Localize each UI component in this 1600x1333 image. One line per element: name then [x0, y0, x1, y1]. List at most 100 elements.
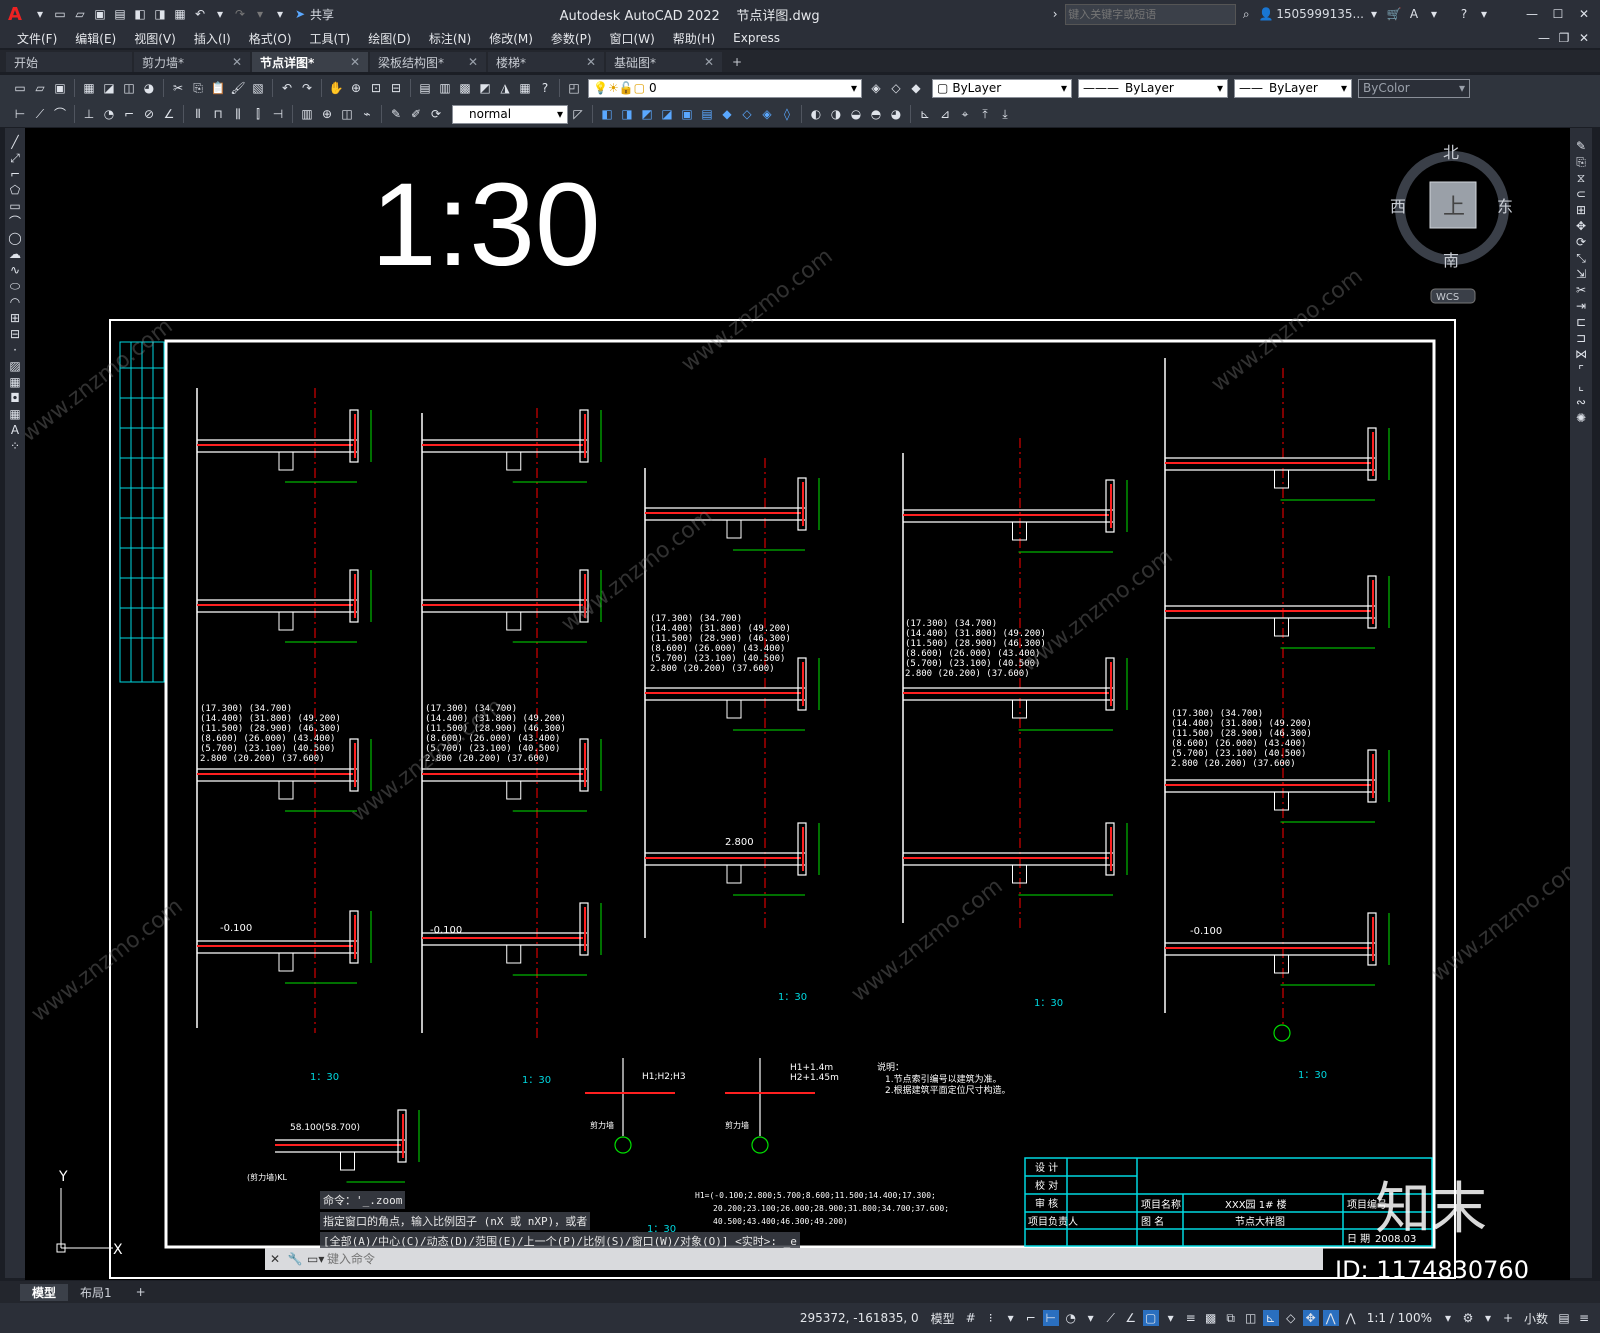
- menu-format[interactable]: 格式(O): [240, 30, 301, 47]
- model-space-canvas[interactable]: (17.300) (34.700) (14.400) (31.800) (49.…: [25, 128, 1570, 1280]
- scale-icon[interactable]: ⤡: [1573, 250, 1589, 266]
- menu-express[interactable]: Express: [724, 31, 789, 45]
- region-icon[interactable]: ◘: [7, 390, 23, 406]
- search-input[interactable]: [1065, 3, 1237, 25]
- color-dropdown[interactable]: ▢ ByLayer ▾: [932, 78, 1072, 98]
- stretch-icon[interactable]: ⇲: [1573, 266, 1589, 282]
- jogged-linear-icon[interactable]: ⌁: [359, 106, 375, 122]
- point-icon[interactable]: ·: [7, 342, 23, 358]
- undo-dropdown-icon[interactable]: ▾: [212, 6, 228, 22]
- tolerance-icon[interactable]: ▥: [299, 106, 315, 122]
- break-icon[interactable]: ⊐: [1573, 330, 1589, 346]
- infer-icon[interactable]: ⌐: [1023, 1310, 1039, 1326]
- tab-beam-slab[interactable]: 梁板结构图* ✕: [370, 52, 486, 72]
- print-icon[interactable]: ▦: [172, 6, 188, 22]
- workspace-icon[interactable]: ⚙: [1460, 1310, 1476, 1326]
- mtext-icon[interactable]: A: [7, 422, 23, 438]
- 3d-osnap-icon[interactable]: ◫: [1243, 1310, 1259, 1326]
- offset-icon[interactable]: ⊂: [1573, 186, 1589, 202]
- revision-cloud-icon[interactable]: ☁: [7, 246, 23, 262]
- dim-linear-icon[interactable]: ⊢: [12, 106, 28, 122]
- menu-view[interactable]: 视图(V): [125, 30, 185, 47]
- tab-model[interactable]: 模型: [20, 1283, 69, 1301]
- save-as-icon[interactable]: ▤: [112, 6, 128, 22]
- spline-icon[interactable]: ∿: [7, 262, 23, 278]
- dim-diameter-icon[interactable]: ⊘: [141, 106, 157, 122]
- ucs-world-icon[interactable]: ⊿: [937, 106, 953, 122]
- close-tab-icon[interactable]: ✕: [232, 55, 242, 69]
- undo-icon[interactable]: ↶: [192, 6, 208, 22]
- dim-break-icon[interactable]: ⊣: [270, 106, 286, 122]
- dim-continue-icon[interactable]: ⫼: [230, 106, 246, 122]
- circle-icon[interactable]: ◯: [7, 230, 23, 246]
- rectangle-icon[interactable]: ▭: [7, 198, 23, 214]
- units-display[interactable]: 小数: [1524, 1310, 1548, 1327]
- maximize-icon[interactable]: ☐: [1550, 6, 1566, 22]
- copy-object-icon[interactable]: ⎘: [1573, 154, 1589, 170]
- tab-node-detail[interactable]: 节点详图* ✕: [252, 52, 368, 72]
- polygon-icon[interactable]: ⬠: [7, 182, 23, 198]
- insert-block-icon[interactable]: ⊞: [7, 310, 23, 326]
- zoom-window-icon[interactable]: ⊡: [368, 80, 384, 96]
- add-selected-icon[interactable]: ⁘: [7, 438, 23, 454]
- user-dropdown-icon[interactable]: ▾: [1366, 6, 1382, 22]
- ellipse-icon[interactable]: ⬭: [7, 278, 23, 294]
- 3d-dwf-icon[interactable]: ◕: [141, 80, 157, 96]
- construction-line-icon[interactable]: ⤢: [7, 150, 23, 166]
- visual-style-conceptual-icon[interactable]: ◕: [888, 106, 904, 122]
- layer-state-icon[interactable]: ◆: [908, 80, 924, 96]
- quick-properties-icon[interactable]: ▤: [1556, 1310, 1572, 1326]
- search-icon[interactable]: ⌕: [1238, 6, 1254, 22]
- close-icon[interactable]: ✕: [1576, 6, 1592, 22]
- scale-dropdown-icon[interactable]: ▾: [1440, 1310, 1456, 1326]
- dim-jogged-icon[interactable]: ⌐: [121, 106, 137, 122]
- lineweight-dropdown[interactable]: —— ByLayer ▾: [1234, 78, 1352, 98]
- user-name[interactable]: 1505999135...: [1276, 7, 1364, 21]
- view-iso-ne-icon[interactable]: ◈: [759, 106, 775, 122]
- ellipse-arc-icon[interactable]: ◠: [7, 294, 23, 310]
- view-left-icon[interactable]: ◩: [639, 106, 655, 122]
- tab-start[interactable]: 开始: [6, 52, 132, 72]
- cut-icon[interactable]: ✂: [170, 80, 186, 96]
- selection-cycling-icon[interactable]: ⧉: [1223, 1310, 1239, 1326]
- close-tab-icon[interactable]: ✕: [350, 55, 360, 69]
- blend-icon[interactable]: ∾: [1573, 394, 1589, 410]
- app-logo[interactable]: A: [8, 4, 30, 25]
- dim-update-icon[interactable]: ⟳: [428, 106, 444, 122]
- annotation-visibility-icon[interactable]: ⋀: [1322, 1310, 1339, 1326]
- quick-dim-icon[interactable]: ⫴: [190, 106, 206, 122]
- view-right-icon[interactable]: ◪: [659, 106, 675, 122]
- view-iso-sw-icon[interactable]: ◆: [719, 106, 735, 122]
- make-block-icon[interactable]: ⊟: [7, 326, 23, 342]
- help-dropdown-icon[interactable]: ▾: [1476, 6, 1492, 22]
- close-tab-icon[interactable]: ✕: [468, 55, 478, 69]
- tab-stairs[interactable]: 楼梯* ✕: [488, 52, 604, 72]
- ortho-icon[interactable]: ⊢: [1042, 1310, 1059, 1326]
- zoom-previous-icon[interactable]: ⊟: [388, 80, 404, 96]
- isodraft-icon[interactable]: ⟋: [1103, 1310, 1119, 1326]
- design-center-icon[interactable]: ▥: [437, 80, 453, 96]
- workspace-dropdown-icon[interactable]: ▾: [1480, 1310, 1496, 1326]
- arc-icon[interactable]: ⌒: [7, 214, 23, 230]
- publish-icon[interactable]: ◧: [132, 6, 148, 22]
- markup-icon[interactable]: ◮: [497, 80, 513, 96]
- dim-aligned-icon[interactable]: ⟋: [32, 106, 48, 122]
- cart-icon[interactable]: 🛒: [1386, 6, 1402, 22]
- calculator-icon[interactable]: ▦: [517, 80, 533, 96]
- redo-icon[interactable]: ↷: [232, 6, 248, 22]
- menu-edit[interactable]: 编辑(E): [66, 30, 125, 47]
- new-file-icon[interactable]: ▭: [52, 6, 68, 22]
- share-button[interactable]: 共享: [310, 6, 334, 23]
- menu-window[interactable]: 窗口(W): [601, 30, 664, 47]
- logo-dropdown-icon[interactable]: ▾: [32, 6, 48, 22]
- erase-icon[interactable]: ✎: [1573, 138, 1589, 154]
- dim-style-icon[interactable]: ◸: [570, 106, 586, 122]
- lineweight-icon[interactable]: ≡: [1183, 1310, 1199, 1326]
- tab-layout1[interactable]: 布局1: [68, 1284, 124, 1301]
- qnew-icon[interactable]: ▭: [12, 80, 28, 96]
- menu-file[interactable]: 文件(F): [8, 30, 66, 47]
- osnap-icon[interactable]: ▢: [1142, 1310, 1159, 1326]
- menu-draw[interactable]: 绘图(D): [359, 30, 420, 47]
- explode-icon[interactable]: ✺: [1573, 410, 1589, 426]
- polar-icon[interactable]: ◔: [1063, 1310, 1079, 1326]
